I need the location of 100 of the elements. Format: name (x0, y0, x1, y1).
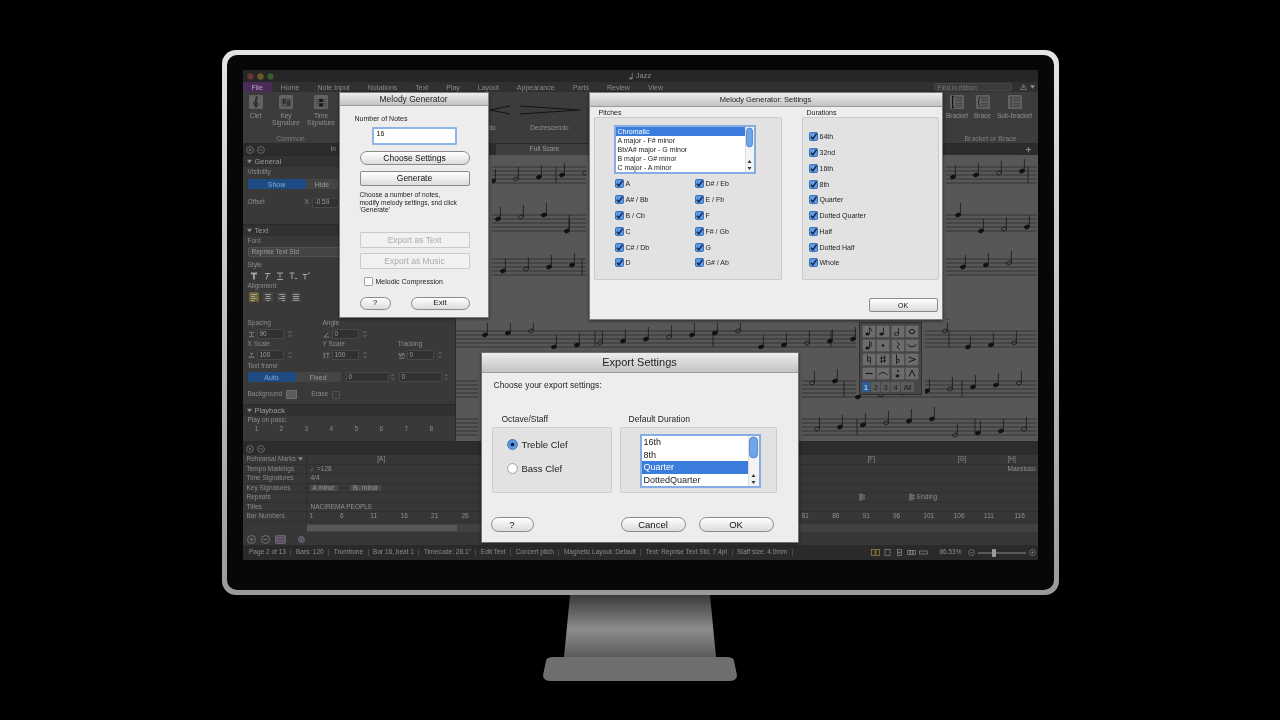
minimize-icon[interactable] (256, 444, 265, 453)
film-strip-icon[interactable] (274, 535, 286, 544)
marcato-icon[interactable] (905, 367, 919, 380)
dialog-button[interactable]: ? (490, 517, 534, 532)
checkbox[interactable] (808, 226, 818, 236)
close-icon[interactable] (245, 145, 254, 154)
time-signature-icon (314, 95, 328, 109)
tenuto-icon[interactable] (861, 367, 876, 380)
checkbox[interactable] (808, 132, 818, 142)
justify-icon[interactable] (290, 292, 301, 302)
italic-icon[interactable] (262, 272, 271, 280)
radio-button[interactable] (506, 463, 518, 474)
minimize-icon[interactable] (256, 145, 265, 154)
horizontal-scale-icon (247, 351, 255, 359)
scrollbar[interactable] (744, 127, 754, 172)
sharp-icon[interactable] (876, 353, 890, 366)
minimize-icon[interactable] (256, 72, 264, 80)
half-note-icon[interactable] (890, 325, 905, 338)
checkbox[interactable] (808, 195, 818, 205)
checkbox[interactable] (614, 195, 624, 205)
accent-icon[interactable] (905, 353, 919, 366)
checkbox[interactable] (332, 390, 341, 399)
close-icon[interactable] (245, 444, 254, 453)
expanded-triangle-icon[interactable] (246, 408, 252, 413)
quarter-note-icon[interactable] (876, 325, 890, 338)
zoom-in-icon[interactable] (1028, 549, 1036, 556)
checkbox[interactable] (808, 163, 818, 173)
dialog-button[interactable]: Exit (410, 296, 470, 310)
checkbox[interactable] (808, 211, 818, 221)
expanded-triangle-icon[interactable] (246, 228, 252, 233)
dialog-prompt: Choose your export settings: (493, 381, 602, 391)
checkbox[interactable] (614, 226, 624, 236)
checkbox[interactable] (808, 258, 818, 268)
repeat-barline-icon (858, 493, 865, 502)
gear-icon[interactable] (296, 535, 306, 544)
bold-icon[interactable] (249, 272, 258, 280)
radio-button[interactable] (506, 439, 518, 450)
align-center-icon[interactable] (262, 292, 273, 302)
dialog-button[interactable]: OK (698, 517, 774, 532)
zoom-icon[interactable] (266, 72, 274, 80)
checkbox[interactable] (694, 179, 704, 189)
checkbox[interactable] (808, 242, 818, 252)
page-stack-icon[interactable] (895, 549, 905, 556)
color-swatch[interactable] (286, 390, 298, 399)
sixteenth-note-icon[interactable] (861, 339, 876, 352)
list-box[interactable]: 16th 8th Quarter DottedQuarter (639, 434, 761, 488)
radio-label: Bass Clef (521, 463, 563, 474)
add-icon[interactable] (246, 535, 256, 544)
list-item[interactable]: 8th (641, 448, 748, 461)
checkbox[interactable] (614, 258, 624, 268)
flat-icon[interactable] (890, 353, 905, 366)
list-item[interactable]: DottedQuarter (641, 473, 748, 486)
checkbox[interactable] (694, 211, 704, 220)
two-pages-icon[interactable] (871, 549, 881, 556)
checkbox[interactable] (694, 226, 704, 236)
page-row-icon[interactable] (907, 549, 917, 556)
dialog-title: Export Settings (602, 357, 677, 368)
list-item[interactable]: 16th (641, 436, 748, 449)
expanded-triangle-icon[interactable] (246, 159, 252, 164)
checkbox[interactable] (694, 195, 704, 205)
scrollbar[interactable] (747, 436, 759, 486)
eighth-note-icon[interactable] (861, 325, 876, 338)
align-left-icon[interactable] (248, 292, 259, 302)
plus-icon[interactable] (1024, 146, 1032, 153)
music-note-icon (628, 72, 634, 80)
slur-icon[interactable] (876, 367, 890, 380)
caret-down-icon[interactable] (1029, 85, 1035, 89)
whole-note-icon[interactable] (905, 325, 919, 338)
dialog-title: Melody Generator (379, 94, 448, 104)
checkbox[interactable] (614, 211, 624, 220)
page-icon[interactable] (883, 549, 893, 556)
tie-icon[interactable] (905, 339, 919, 352)
checkbox[interactable] (614, 242, 624, 252)
underline-icon[interactable] (275, 272, 284, 280)
rest-icon[interactable] (890, 339, 905, 352)
checkbox[interactable] (363, 277, 373, 287)
checkbox[interactable] (808, 148, 818, 158)
staccato-icon[interactable] (890, 367, 905, 380)
natural-icon[interactable] (861, 353, 876, 366)
brace-icon (975, 95, 990, 109)
checkbox[interactable] (614, 179, 624, 189)
wide-page-icon[interactable] (919, 549, 929, 556)
dialog-button[interactable]: Generate (359, 171, 470, 186)
align-right-icon[interactable] (276, 292, 287, 302)
dialog-button[interactable]: ? (359, 296, 391, 310)
checkbox[interactable] (694, 242, 704, 252)
dialog-button[interactable]: Cancel (620, 517, 686, 532)
list-item[interactable]: Quarter (641, 461, 748, 474)
zoom-slider[interactable] (977, 551, 1026, 554)
superscript-icon[interactable] (301, 272, 310, 280)
scrollbar-thumb[interactable] (306, 524, 457, 531)
warning-icon[interactable] (1019, 84, 1027, 90)
checkbox[interactable] (808, 179, 818, 189)
zoom-out-icon[interactable] (967, 549, 975, 556)
checkbox[interactable] (694, 258, 704, 268)
subscript-icon[interactable] (288, 272, 297, 280)
slider-thumb[interactable] (992, 548, 997, 557)
caret-down-icon[interactable] (297, 457, 303, 462)
remove-icon[interactable] (260, 535, 270, 544)
dialog-button[interactable]: Choose Settings (359, 151, 470, 165)
